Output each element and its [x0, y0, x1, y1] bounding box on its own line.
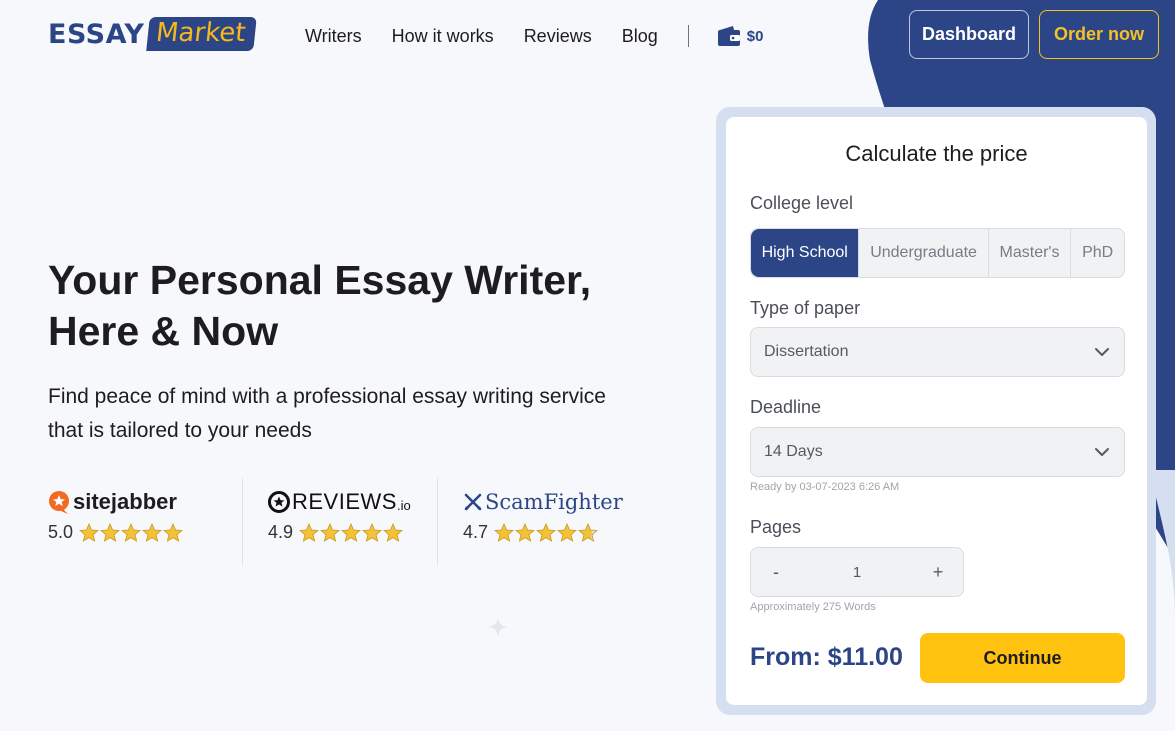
hero-subtitle: Find peace of mind with a professional e… [48, 380, 658, 448]
order-now-button[interactable]: Order now [1039, 10, 1159, 59]
scamfighter-score: 4.7 [463, 522, 489, 542]
scamfighter-brand: ScamFighter [463, 488, 623, 516]
pages-input[interactable]: 1 [853, 564, 861, 581]
ratings-row: sitejabber 5.0 REVIEWS .io 4.9 ScamFight… [48, 478, 632, 566]
star-icon [142, 522, 163, 542]
star-icon [515, 522, 536, 542]
site-logo[interactable]: ESSAY Market [48, 17, 257, 51]
nav-writers[interactable]: Writers [305, 26, 362, 47]
rating-scamfighter[interactable]: ScamFighter 4.7 [437, 478, 632, 566]
sitejabber-name: sitejabber [73, 489, 177, 514]
level-phd[interactable]: PhD [1071, 229, 1124, 277]
star-icon [299, 522, 320, 542]
hero-subtitle-line1: Find peace of mind with a professional e… [48, 385, 606, 408]
sitejabber-score: 5.0 [48, 522, 74, 542]
reviews-io-suffix: .io [396, 497, 411, 513]
paper-type-value: Dissertation [764, 343, 849, 360]
hero-title-line2: Here & Now [48, 308, 279, 354]
chevron-down-icon [1095, 348, 1109, 356]
star-icon [383, 522, 404, 542]
paper-type-select[interactable]: Dissertation [750, 327, 1125, 377]
level-high-school[interactable]: High School [751, 229, 860, 277]
star-icon [341, 522, 362, 542]
nav-blog[interactable]: Blog [622, 26, 658, 47]
rating-sitejabber[interactable]: sitejabber 5.0 [48, 478, 242, 566]
star-icon [362, 522, 383, 542]
sitejabber-brand: sitejabber [48, 488, 184, 516]
sitejabber-logo-icon [49, 491, 69, 514]
hero-title-line1: Your Personal Essay Writer, [48, 257, 592, 303]
star-icon [494, 522, 515, 542]
pages-label: Pages [750, 517, 802, 537]
pages-stepper: - 1 + [750, 547, 964, 597]
pages-decrement-button[interactable]: - [751, 562, 801, 583]
paper-type-label: Type of paper [750, 298, 861, 318]
price-display: From: $11.00 [750, 643, 903, 672]
continue-button[interactable]: Continue [920, 633, 1125, 683]
rating-reviews-io[interactable]: REVIEWS .io 4.9 [242, 478, 437, 566]
pages-increment-button[interactable]: + [913, 562, 963, 583]
scamfighter-name: ScamFighter [485, 490, 623, 514]
level-masters[interactable]: Master's [989, 229, 1072, 277]
star-icon [163, 522, 184, 542]
star-icon [557, 522, 578, 542]
college-level-selector: High School Undergraduate Master's PhD [750, 228, 1125, 278]
dashboard-button[interactable]: Dashboard [909, 10, 1029, 59]
star-icon [536, 522, 557, 542]
scamfighter-logo-icon [464, 493, 482, 511]
level-undergraduate[interactable]: Undergraduate [859, 229, 989, 277]
scamfighter-stars [494, 522, 599, 543]
site-header: ESSAY Market Writers How it works Review… [0, 0, 1175, 70]
calculator-title: Calculate the price [845, 141, 1028, 166]
deadline-label: Deadline [750, 397, 822, 417]
star-icon [320, 522, 341, 542]
deadline-value: 14 Days [764, 443, 823, 460]
reviews-io-stars [299, 522, 404, 543]
deadline-select[interactable]: 14 Days [750, 427, 1125, 477]
main-nav: Writers How it works Reviews Blog $0 [305, 25, 763, 47]
star-icon [121, 522, 142, 542]
reviews-io-logo-icon [268, 491, 290, 513]
star-icon [578, 522, 599, 542]
star-icon [79, 522, 100, 542]
hero-subtitle-line2: that is tailored to your needs [48, 419, 312, 442]
nav-divider [687, 25, 689, 47]
chevron-down-icon [1095, 448, 1109, 456]
logo-market-text: Market [145, 17, 257, 51]
ready-by-text: Ready by 03-07-2023 6:26 AM [750, 481, 900, 493]
price-prefix: From: [750, 643, 821, 671]
college-level-label: College level [750, 193, 854, 213]
logo-essay-text: ESSAY [48, 18, 145, 50]
sitejabber-stars [79, 522, 184, 543]
sparkle-icon [488, 617, 508, 637]
hero-title: Your Personal Essay Writer, Here & Now [48, 255, 648, 357]
price-value: $11.00 [827, 643, 903, 671]
star-icon [100, 522, 121, 542]
hero-section: Your Personal Essay Writer, Here & Now F… [48, 255, 658, 448]
words-hint: Approximately 275 Words [750, 601, 876, 613]
wallet-balance[interactable]: $0 [717, 26, 764, 46]
wallet-amount: $0 [746, 27, 764, 45]
reviews-io-brand: REVIEWS .io [268, 488, 411, 516]
reviews-io-name: REVIEWS [292, 489, 397, 514]
nav-how-it-works[interactable]: How it works [392, 26, 494, 47]
price-calculator: Calculate the price College level High S… [726, 117, 1147, 705]
nav-reviews[interactable]: Reviews [524, 26, 592, 47]
reviews-io-score: 4.9 [268, 522, 294, 542]
wallet-icon [717, 26, 740, 46]
